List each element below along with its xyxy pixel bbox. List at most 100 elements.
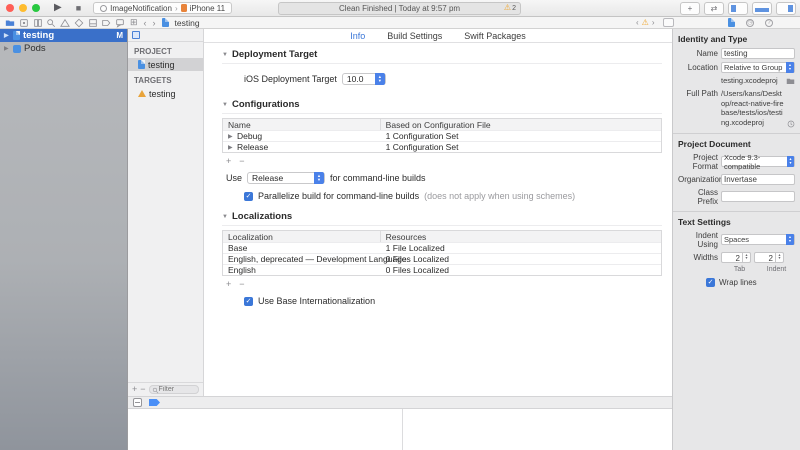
location-value: Relative to Group (724, 63, 782, 72)
quick-help-inspector-icon[interactable]: ? (765, 19, 773, 27)
navigator-tab-strip (3, 17, 127, 28)
location-select[interactable]: Relative to Group ▲▼ (721, 62, 795, 73)
stepper-arrows-icon[interactable]: ▲▼ (776, 252, 784, 263)
sidebar-item-target-testing[interactable]: testing (128, 87, 203, 100)
toggle-navigator-button[interactable] (728, 2, 748, 15)
disclosure-triangle-icon[interactable]: ▶ (4, 32, 10, 39)
indent-width-value[interactable]: 2 (754, 252, 776, 263)
debug-panel-icon (755, 8, 769, 12)
breakpoint-navigator-icon[interactable] (101, 18, 111, 28)
debug-navigator-icon[interactable] (88, 18, 98, 28)
minimize-button[interactable] (19, 4, 27, 12)
remove-target-button[interactable]: − (140, 385, 145, 394)
deployment-target-row: iOS Deployment Target 10.0 ▲▼ (244, 73, 662, 85)
folder-icon[interactable] (786, 77, 795, 85)
zoom-button[interactable] (32, 4, 40, 12)
sidebar-item-label: testing (148, 60, 175, 70)
next-issue-button[interactable]: › (652, 18, 655, 27)
file-inspector-icon[interactable] (728, 18, 735, 27)
hide-debug-area-icon[interactable] (133, 398, 142, 407)
deployment-target-select[interactable]: 10.0 ▲▼ (342, 73, 386, 85)
command-line-config-select[interactable]: Release ▲▼ (247, 172, 325, 184)
history-inspector-icon[interactable]: ◷ (746, 19, 754, 27)
console-divider[interactable] (402, 409, 403, 450)
warning-badge[interactable]: ⚠ 2 (504, 4, 516, 12)
section-configurations[interactable]: ▼ Configurations (222, 95, 662, 114)
class-prefix-field[interactable] (721, 191, 795, 202)
checkbox-checked-icon[interactable]: ✓ (244, 297, 253, 306)
sidebar-item-project-testing[interactable]: testing (128, 58, 203, 71)
navigator-item-testing[interactable]: ▶ testing M (0, 29, 127, 42)
report-navigator-icon[interactable] (115, 18, 125, 28)
section-title: Configurations (232, 99, 300, 110)
toggle-inspector-button[interactable] (776, 2, 796, 15)
organization-field[interactable]: Invertase (721, 174, 795, 185)
tab-build-settings[interactable]: Build Settings (387, 31, 442, 41)
stop-button[interactable]: ■ (76, 4, 81, 13)
tab-width-stepper[interactable]: 2 ▲▼ (721, 252, 751, 263)
scheme-selector[interactable]: ImageNotification › iPhone 11 (93, 2, 232, 14)
disclosure-triangle-icon[interactable]: ▶ (228, 144, 234, 151)
add-target-button[interactable]: + (132, 385, 137, 394)
tab-overview-icon[interactable]: ⊞ (130, 17, 138, 28)
symbol-navigator-icon[interactable] (33, 18, 43, 28)
indent-using-select[interactable]: Spaces ▲▼ (721, 234, 795, 245)
file-icon (162, 18, 169, 27)
sidebar-toggle-icon[interactable] (132, 31, 140, 39)
back-button[interactable]: ‹ (144, 18, 147, 28)
project-navigator-icon[interactable] (5, 18, 15, 28)
navigator-item-pods[interactable]: ▶ Pods (0, 42, 127, 55)
editor-options-button[interactable] (663, 18, 674, 27)
location-row: Location Relative to Group ▲▼ (678, 62, 795, 73)
table-row[interactable]: ▶Debug 1 Configuration Set (223, 130, 661, 141)
table-row[interactable]: English 0 Files Localized (223, 264, 661, 275)
checkbox-checked-icon[interactable]: ✓ (706, 278, 715, 287)
localizations-controls: + − (226, 280, 662, 289)
library-button[interactable]: + (680, 2, 700, 15)
debug-area (128, 409, 672, 450)
section-deployment-target[interactable]: ▼ Deployment Target (222, 45, 662, 64)
disclosure-triangle-icon[interactable]: ▶ (228, 133, 234, 140)
checkbox-checked-icon[interactable]: ✓ (244, 192, 253, 201)
stepper-arrows-icon[interactable]: ▲▼ (743, 252, 751, 263)
tab-info[interactable]: Info (350, 31, 365, 41)
navigator-item-label: testing (23, 30, 54, 41)
disclosure-triangle-icon[interactable]: ▼ (222, 102, 228, 108)
project-group-header: PROJECT (128, 42, 203, 58)
filter-field[interactable] (149, 385, 199, 394)
previous-issue-button[interactable]: ‹ (636, 18, 639, 27)
project-format-select[interactable]: Xcode 9.3-compatible ▲▼ (721, 156, 795, 167)
test-navigator-icon[interactable] (74, 18, 84, 28)
table-row[interactable]: English, deprecated — Development Langua… (223, 253, 661, 264)
section-localizations[interactable]: ▼ Localizations (222, 207, 662, 226)
tab-width-value[interactable]: 2 (721, 252, 743, 263)
toggle-debug-area-button[interactable] (752, 2, 772, 15)
disclosure-triangle-icon[interactable]: ▶ (4, 45, 10, 52)
code-review-button[interactable]: ⇄ (704, 2, 724, 15)
forward-button[interactable]: › (153, 18, 156, 28)
source-control-navigator-icon[interactable] (19, 18, 29, 28)
remove-configuration-button[interactable]: − (239, 157, 244, 166)
disclosure-triangle-icon[interactable]: ▼ (222, 214, 228, 220)
filter-input[interactable] (159, 386, 196, 393)
jump-bar-file[interactable]: testing (175, 18, 200, 28)
table-row[interactable]: Base 1 File Localized (223, 242, 661, 253)
device-icon (181, 4, 187, 12)
toolbar-right-buttons: + ⇄ (680, 2, 796, 15)
disclosure-triangle-icon[interactable]: ▼ (222, 52, 228, 58)
localization-resources: 0 Files Localized (381, 254, 661, 264)
run-button[interactable]: ▶ (54, 3, 62, 13)
table-row[interactable]: ▶Release 1 Configuration Set (223, 141, 661, 152)
find-navigator-icon[interactable] (46, 18, 56, 28)
issue-navigator-icon[interactable] (60, 18, 70, 28)
breakpoints-toggle-icon[interactable] (149, 399, 160, 406)
add-configuration-button[interactable]: + (226, 157, 231, 166)
tab-swift-packages[interactable]: Swift Packages (464, 31, 526, 41)
add-localization-button[interactable]: + (226, 280, 231, 289)
remove-localization-button[interactable]: − (239, 280, 244, 289)
reveal-arrow-icon[interactable] (787, 120, 795, 128)
name-field[interactable]: testing (721, 48, 795, 59)
indent-width-stepper[interactable]: 2 ▲▼ (754, 252, 784, 263)
close-button[interactable] (6, 4, 14, 12)
inspector-panel-icon (788, 5, 793, 12)
